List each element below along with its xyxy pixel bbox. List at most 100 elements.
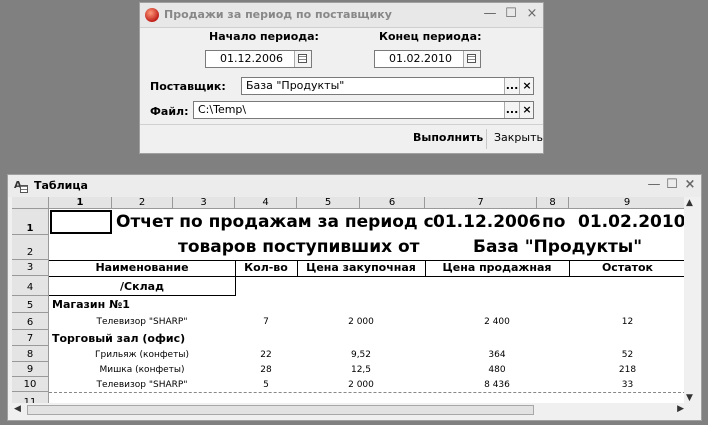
table-border	[49, 295, 235, 296]
scroll-up-icon[interactable]: ▲	[686, 198, 693, 208]
report-date-from: 01.12.2006	[433, 212, 541, 232]
start-date-field[interactable]: 01.12.2006	[205, 50, 312, 68]
table-border	[569, 260, 570, 276]
column-header[interactable]: 3	[173, 197, 235, 209]
item-qty: 7	[263, 317, 269, 327]
page-break-line	[49, 392, 686, 393]
column-header[interactable]: 8	[537, 197, 569, 209]
item-rest: 33	[621, 380, 634, 390]
column-header[interactable]: 9	[569, 197, 686, 209]
row-header[interactable]: 2	[12, 235, 49, 260]
end-date-field[interactable]: 01.02.2010	[374, 50, 481, 68]
row-header[interactable]: 5	[12, 296, 49, 313]
row-header[interactable]: 9	[12, 362, 49, 377]
scroll-down-icon[interactable]: ▼	[686, 393, 693, 403]
column-header[interactable]: 2	[112, 197, 173, 209]
hall-name: Торговый зал (офис)	[52, 332, 186, 345]
dialog-title: Продажи за период по поставщику	[164, 8, 392, 21]
item-buy-price: 12,5	[350, 365, 372, 375]
file-label: Файл:	[150, 105, 189, 118]
item-name: Мишка (конфеты)	[99, 365, 185, 375]
minimize-icon[interactable]: —	[645, 177, 663, 193]
calendar-icon[interactable]	[294, 51, 311, 67]
run-button[interactable]: Выполнить	[410, 130, 486, 145]
dialog-action-bar: Выполнить Закрыть	[140, 124, 543, 153]
horizontal-scrollbar[interactable]: ◀ ▶	[12, 403, 686, 417]
table-border	[49, 260, 686, 261]
table-icon: A	[14, 179, 28, 193]
column-header[interactable]: 7	[425, 197, 537, 209]
close-icon[interactable]: ×	[523, 6, 541, 22]
start-period-label: Начало периода:	[209, 30, 319, 43]
row-header[interactable]: 7	[12, 330, 49, 346]
column-header[interactable]: 4	[235, 197, 297, 209]
item-sell-price: 8 436	[484, 380, 510, 390]
table-border	[297, 260, 298, 276]
row-header[interactable]: 10	[12, 377, 49, 392]
supplier-clear-button[interactable]: ×	[519, 78, 533, 94]
column-header[interactable]: 5	[297, 197, 360, 209]
selected-cell[interactable]	[50, 210, 112, 234]
close-button[interactable]: Закрыть	[491, 130, 546, 145]
sales-report-dialog: Продажи за период по поставщику — ☐ × На…	[139, 2, 544, 154]
table-border	[425, 260, 426, 276]
report-supplier: База "Продукты"	[473, 237, 643, 257]
horizontal-scroll-thumb[interactable]	[27, 405, 534, 415]
file-clear-button[interactable]: ×	[519, 102, 533, 118]
maximize-icon[interactable]: ☐	[502, 6, 520, 22]
dialog-titlebar[interactable]: Продажи за период по поставщику — ☐ ×	[140, 3, 543, 28]
table-titlebar[interactable]: A Таблица — ☐ ×	[8, 175, 701, 197]
item-name: Телевизор "SHARP"	[96, 317, 188, 327]
scroll-right-icon[interactable]: ▶	[677, 404, 684, 414]
row-header[interactable]: 8	[12, 346, 49, 362]
column-header[interactable]: 6	[360, 197, 425, 209]
maximize-icon[interactable]: ☐	[663, 177, 681, 193]
report-po: по	[542, 212, 566, 232]
action-separator	[486, 129, 487, 149]
row-header[interactable]: 6	[12, 313, 49, 330]
file-field[interactable]: C:\Temp\ ... ×	[193, 101, 534, 119]
item-qty: 28	[260, 365, 272, 375]
item-rest: 12	[621, 317, 634, 327]
vertical-scrollbar[interactable]: ▲ ▼	[684, 197, 698, 404]
header-rest: Остаток	[601, 261, 654, 274]
supplier-label: Поставщик:	[150, 80, 226, 93]
item-buy-price: 9,52	[350, 350, 372, 360]
table-window: A Таблица — ☐ × 1 2 3 4 5 6 7 8 9 1 2 3 …	[7, 174, 702, 421]
item-name: Грильяж (конфеты)	[95, 350, 189, 360]
header-name: Наименование	[95, 261, 189, 274]
file-value: C:\Temp\	[198, 103, 247, 116]
header-buy-price: Цена закупочная	[306, 261, 416, 274]
header-qty: Кол-во	[244, 261, 288, 274]
store-name: Магазин №1	[52, 298, 130, 311]
row-header[interactable]: 4	[12, 276, 49, 296]
header-sell-price: Цена продажная	[442, 261, 552, 274]
calendar-icon[interactable]	[463, 51, 480, 67]
end-date-value: 01.02.2010	[389, 52, 452, 65]
scroll-left-icon[interactable]: ◀	[14, 404, 21, 414]
item-name: Телевизор "SHARP"	[96, 380, 188, 390]
close-icon[interactable]: ×	[681, 177, 699, 193]
report-date-to: 01.02.2010	[578, 212, 686, 232]
header-warehouse: /Склад	[120, 280, 164, 293]
grid-corner[interactable]	[12, 197, 49, 209]
item-sell-price: 2 400	[484, 317, 510, 327]
row-header[interactable]: 3	[12, 260, 49, 276]
item-rest: 218	[618, 365, 637, 375]
start-date-value: 01.12.2006	[220, 52, 283, 65]
item-sell-price: 480	[488, 365, 506, 375]
apple-icon	[145, 8, 159, 22]
item-qty: 5	[263, 380, 269, 390]
supplier-choose-button[interactable]: ...	[504, 78, 519, 94]
item-rest: 52	[621, 350, 634, 360]
minimize-icon[interactable]: —	[481, 6, 499, 22]
spreadsheet-grid[interactable]: 1 2 3 4 5 6 7 8 9 1 2 3 4 5 6 7 8 9 10 1…	[12, 197, 686, 404]
column-header[interactable]: 1	[49, 197, 112, 209]
end-period-label: Конец периода:	[379, 30, 482, 43]
row-header[interactable]: 1	[12, 209, 49, 235]
table-border	[49, 276, 686, 277]
supplier-field[interactable]: База "Продукты" ... ×	[241, 77, 534, 95]
supplier-value: База "Продукты"	[246, 79, 345, 92]
file-choose-button[interactable]: ...	[504, 102, 519, 118]
item-qty: 22	[260, 350, 272, 360]
